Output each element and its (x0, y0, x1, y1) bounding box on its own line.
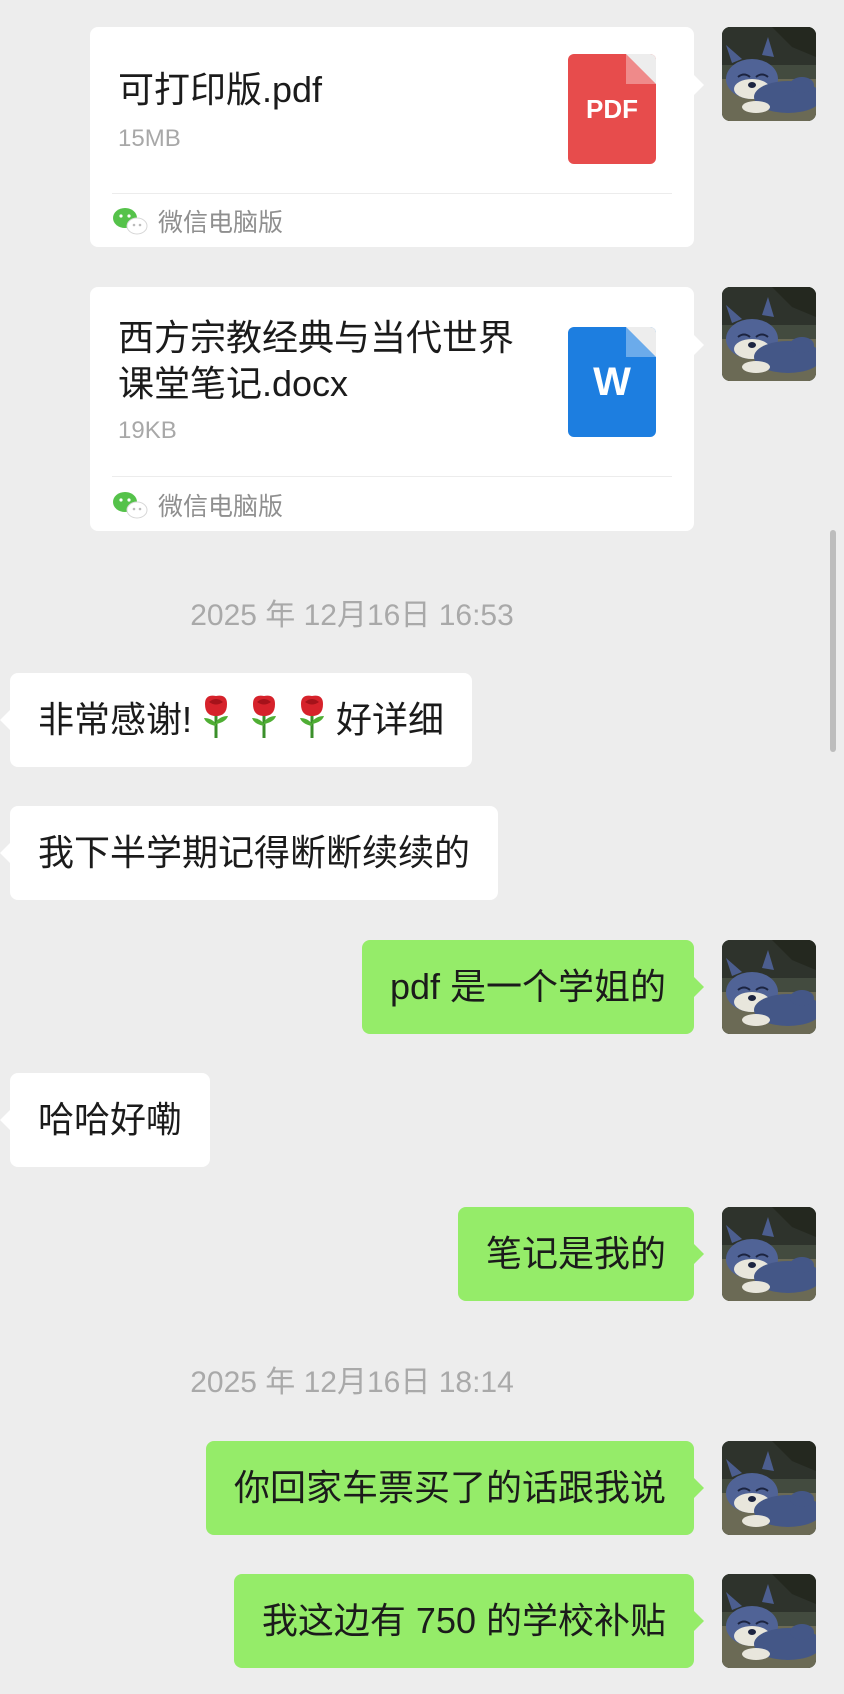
file-source-label: 微信电脑版 (158, 493, 284, 521)
bubble-tail (694, 75, 704, 95)
message-incoming[interactable]: 哈哈好嘞 (0, 1073, 211, 1167)
message-text: 笔记是我的 (485, 1233, 666, 1274)
message-outgoing[interactable]: 笔记是我的 (457, 1207, 705, 1301)
divider (112, 193, 672, 194)
pdf-icon-label: PDF (586, 93, 638, 124)
message-text: 你回家车票买了的话跟我说 (233, 1467, 666, 1508)
file-source: 微信电脑版 (112, 203, 283, 239)
message-incoming[interactable]: 非常感谢! 好详细 (0, 673, 473, 767)
message-text: 哈哈好嘞 (38, 1099, 183, 1140)
message-text: 我下半学期记得断断续续的 (38, 832, 471, 873)
avatar[interactable] (722, 287, 816, 381)
scrollbar[interactable] (830, 530, 836, 752)
file-size: 15MB (118, 125, 181, 152)
rose-emoji (295, 694, 329, 740)
tom-cat-avatar (722, 287, 816, 381)
file-source-label: 微信电脑版 (158, 209, 284, 237)
rose-emoji (247, 694, 281, 740)
message-text: 好详细 (336, 699, 445, 740)
file-size: 19KB (118, 417, 177, 444)
file-message-docx[interactable]: 西方宗教经典与当代世界课堂笔记.docx 19KB W 微信电脑版 (90, 287, 704, 531)
avatar[interactable] (722, 940, 816, 1034)
avatar[interactable] (722, 1441, 816, 1535)
message-text: 非常感谢! (38, 699, 193, 740)
divider (112, 476, 672, 477)
word-file-icon: W (568, 327, 656, 437)
message-outgoing[interactable]: 我这边有 750 的学校补贴 (233, 1574, 705, 1668)
file-name: 可打印版.pdf (118, 69, 323, 110)
timestamp: 2025 年 12月16日 16:53 (190, 599, 514, 632)
wechat-icon (112, 206, 148, 236)
bubble-tail (694, 335, 704, 355)
tom-cat-avatar (722, 1574, 816, 1668)
wechat-icon (112, 490, 148, 520)
timestamp: 2025 年 12月16日 18:14 (190, 1366, 514, 1399)
avatar[interactable] (722, 27, 816, 121)
message-outgoing[interactable]: 你回家车票买了的话跟我说 (205, 1441, 705, 1535)
message-outgoing[interactable]: pdf 是一个学姐的 (361, 940, 705, 1034)
word-icon-label: W (593, 359, 631, 404)
file-source: 微信电脑版 (112, 487, 283, 523)
message-text: pdf 是一个学姐的 (389, 966, 666, 1007)
tom-cat-avatar (722, 27, 816, 121)
message-incoming[interactable]: 我下半学期记得断断续续的 (0, 806, 499, 900)
avatar[interactable] (722, 1207, 816, 1301)
file-message-pdf[interactable]: 可打印版.pdf 15MB PDF 微信电脑版 (90, 27, 704, 247)
tom-cat-avatar (722, 1207, 816, 1301)
tom-cat-avatar (722, 1441, 816, 1535)
rose-emoji (199, 694, 233, 740)
message-text: 我这边有 750 的学校补贴 (261, 1600, 666, 1641)
file-name: 西方宗教经典与当代世界课堂笔记.docx (118, 317, 515, 404)
tom-cat-avatar (722, 940, 816, 1034)
pdf-file-icon: PDF (568, 54, 656, 164)
avatar[interactable] (722, 1574, 816, 1668)
